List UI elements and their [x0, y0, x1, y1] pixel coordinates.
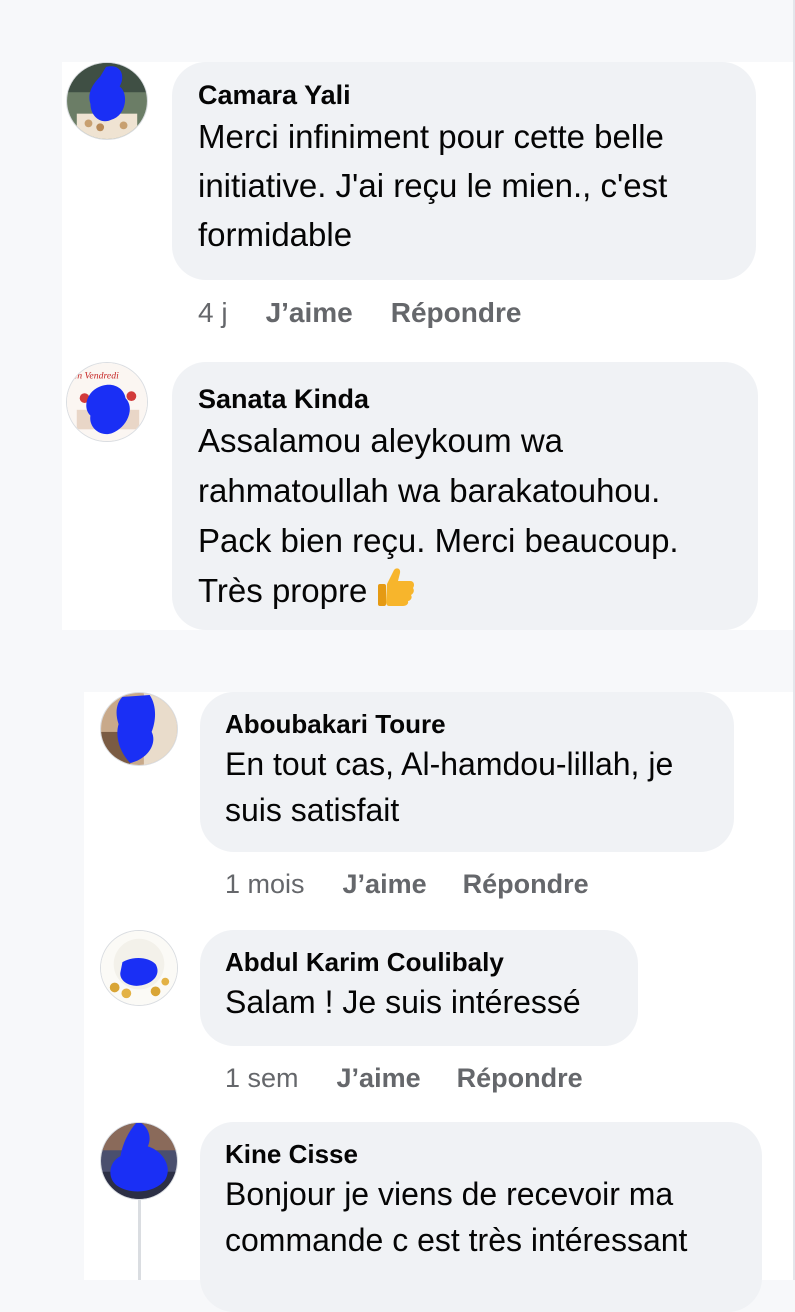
like-button[interactable]: J’aime	[266, 297, 353, 329]
reply-button[interactable]: Répondre	[457, 1063, 583, 1094]
comment-text-line: rahmatoullah wa barakatouhou.	[198, 472, 661, 509]
like-button[interactable]: J’aime	[337, 1063, 421, 1094]
comment-author[interactable]: Aboubakari Toure	[225, 708, 709, 741]
avatar[interactable]	[66, 62, 148, 140]
comment-meta: 1 sem J’aime Répondre	[225, 1063, 583, 1094]
reply-button[interactable]: Répondre	[463, 869, 589, 900]
comment-text-line: formidable	[198, 216, 353, 253]
comment-text-line: suis satisfait	[225, 792, 400, 828]
comment-bubble[interactable]: Aboubakari Toure En tout cas, Al-hamdou-…	[200, 692, 734, 852]
thumbs-up-emoji	[377, 566, 415, 620]
comment-author[interactable]: Abdul Karim Coulibaly	[225, 946, 613, 979]
comment-text: Très propre	[198, 572, 368, 609]
avatar[interactable]	[100, 692, 178, 766]
comment-text-line: Bonjour je viens de recevoir ma	[225, 1176, 674, 1212]
comment-text-line: En tout cas, Al-hamdou-lillah, je	[225, 746, 674, 782]
comment-meta: 4 j J’aime Répondre	[198, 297, 521, 329]
comment-author[interactable]: Camara Yali	[198, 78, 730, 112]
comment-bubble[interactable]: Abdul Karim Coulibaly Salam ! Je suis in…	[200, 930, 638, 1046]
comment-author[interactable]: Kine Cisse	[225, 1138, 737, 1171]
like-button[interactable]: J’aime	[343, 869, 427, 900]
comment-text-line: Merci infiniment pour cette belle	[198, 118, 664, 155]
avatar-logo-text: en Vendredi	[73, 371, 119, 382]
timestamp[interactable]: 1 sem	[225, 1063, 299, 1094]
comment-text-line: Salam ! Je suis intéressé	[225, 984, 581, 1020]
comment-text-line: commande c est très intéressant	[225, 1222, 688, 1258]
comment-author[interactable]: Sanata Kinda	[198, 382, 732, 416]
comment-text-line: Assalamou aleykoum wa	[198, 422, 563, 459]
timestamp[interactable]: 4 j	[198, 297, 228, 329]
avatar[interactable]	[100, 930, 178, 1006]
avatar[interactable]	[100, 1122, 178, 1200]
reply-button[interactable]: Répondre	[391, 297, 522, 329]
reply-thread-line	[138, 1200, 141, 1280]
comment-meta: 1 mois J’aime Répondre	[225, 869, 589, 900]
comment-bubble[interactable]: Kine Cisse Bonjour je viens de recevoir …	[200, 1122, 762, 1312]
comment-text-line: Très propre	[198, 566, 732, 620]
comment-text-line: Pack bien reçu. Merci beaucoup.	[198, 522, 679, 559]
comment-bubble[interactable]: Sanata Kinda Assalamou aleykoum wa rahma…	[172, 362, 758, 630]
avatar[interactable]: en Vendredi	[66, 362, 148, 442]
comment-text-line: initiative. J'ai reçu le mien., c'est	[198, 167, 668, 204]
timestamp[interactable]: 1 mois	[225, 869, 305, 900]
comment-bubble[interactable]: Camara Yali Merci infiniment pour cette …	[172, 62, 756, 280]
